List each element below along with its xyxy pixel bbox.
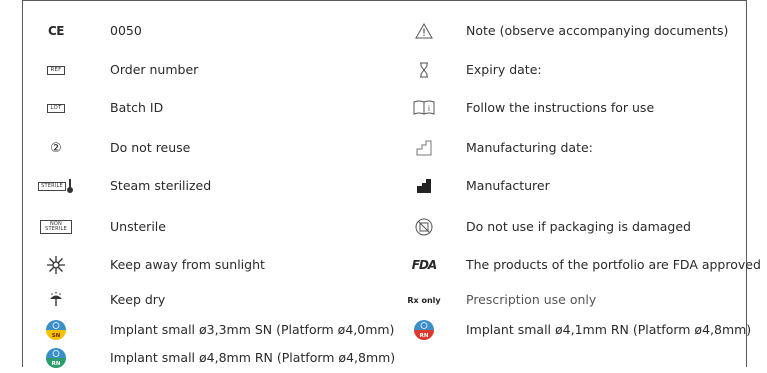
list-item: Keep away from sunlight <box>22 250 392 280</box>
item-label: The products of the portfolio are FDA ap… <box>466 257 761 272</box>
list-item: Do not use if packaging is damaged <box>398 212 747 242</box>
manufacturer-icon <box>400 171 448 201</box>
list-item: REF Order number <box>22 55 392 85</box>
list-item: STERILE Steam sterilized <box>22 171 392 201</box>
list-item: Expiry date: <box>398 55 747 85</box>
item-label: Batch ID <box>110 100 164 115</box>
list-item: ② Do not reuse <box>22 133 392 163</box>
fda-logo-icon: FDA <box>411 258 437 272</box>
item-label: Note (observe accompanying documents) <box>466 23 729 38</box>
instructions-book-icon: i <box>400 93 448 123</box>
steam-sterilized-icon: STERILE <box>34 171 78 201</box>
item-label: Manufacturer <box>466 178 550 193</box>
list-item: FDA The products of the portfolio are FD… <box>398 250 761 280</box>
item-label: Unsterile <box>110 219 166 234</box>
item-label: Manufacturing date: <box>466 140 593 155</box>
svg-text:i: i <box>428 105 430 113</box>
lot-icon: LOT <box>34 93 78 123</box>
svg-text:RN: RN <box>52 361 61 367</box>
item-label: Do not use if packaging is damaged <box>466 219 691 234</box>
damaged-packaging-icon <box>400 212 448 242</box>
ref-icon: REF <box>34 55 78 85</box>
keep-away-from-sunlight-icon <box>34 250 78 280</box>
list-item: CE 0050 <box>22 16 392 46</box>
list-item: Rx only Prescription use only <box>398 285 747 315</box>
item-label: 0050 <box>110 23 142 38</box>
list-item: LOT Batch ID <box>22 93 392 123</box>
item-label: Order number <box>110 62 199 77</box>
item-label: Prescription use only <box>466 292 597 307</box>
item-label: Do not reuse <box>110 140 191 155</box>
svg-text:SN: SN <box>52 333 61 339</box>
implant-sn-badge-icon: SN <box>34 315 78 345</box>
ce-mark-icon: CE <box>47 24 65 38</box>
list-item: Note (observe accompanying documents) <box>398 16 747 46</box>
item-label: Follow the instructions for use <box>466 100 655 115</box>
item-label: Implant small ø4,8mm RN (Platform ø4,8mm… <box>110 350 396 365</box>
item-label: Keep dry <box>110 292 166 307</box>
list-item: Manufacturing date: <box>398 133 747 163</box>
list-item: RN Implant small ø4,1mm RN (Platform ø4,… <box>398 315 751 345</box>
non-sterile-icon: NON STERILE <box>34 212 78 242</box>
implant-rn-badge-icon: RN <box>34 343 78 373</box>
rx-only-icon: Rx only <box>407 295 441 305</box>
top-border <box>22 0 747 1</box>
svg-text:RN: RN <box>420 333 429 339</box>
implant-rn-badge-red-icon: RN <box>400 315 448 345</box>
warning-triangle-icon <box>400 16 448 46</box>
list-item: i Follow the instructions for use <box>398 93 747 123</box>
list-item: Manufacturer <box>398 171 747 201</box>
item-label: Keep away from sunlight <box>110 257 265 272</box>
item-label: Expiry date: <box>466 62 542 77</box>
item-label: Implant small ø4,1mm RN (Platform ø4,8mm… <box>466 322 752 337</box>
keep-dry-icon <box>34 285 78 315</box>
hourglass-icon <box>400 55 448 85</box>
manufacturing-date-icon <box>400 133 448 163</box>
item-label: Steam sterilized <box>110 178 212 193</box>
item-label: Implant small ø3,3mm SN (Platform ø4,0mm… <box>110 322 395 337</box>
list-item: SN Implant small ø3,3mm SN (Platform ø4,… <box>22 315 395 345</box>
list-item: Keep dry <box>22 285 392 315</box>
list-item: NON STERILE Unsterile <box>22 212 392 242</box>
list-item: RN Implant small ø4,8mm RN (Platform ø4,… <box>22 343 396 373</box>
do-not-reuse-icon: ② <box>50 140 62 156</box>
